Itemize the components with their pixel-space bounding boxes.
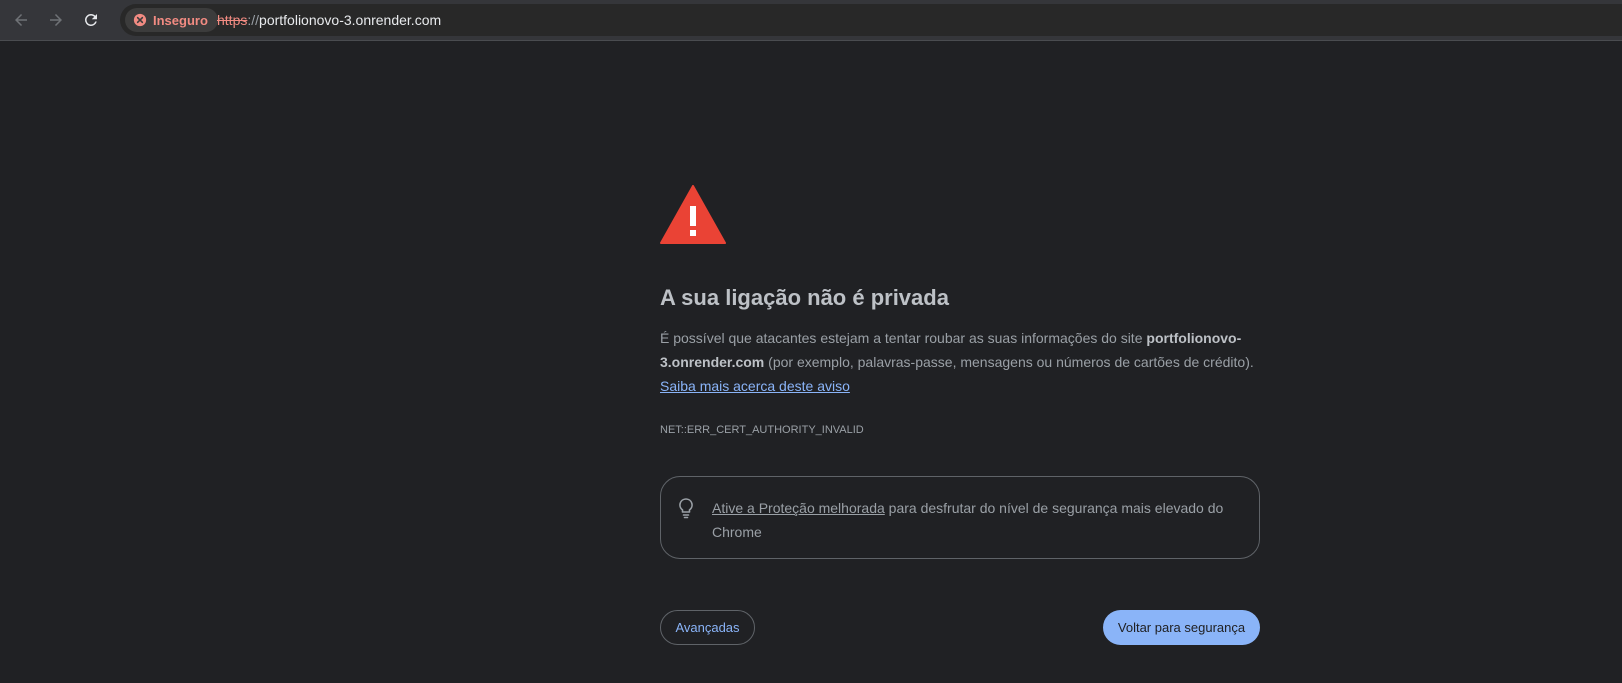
reload-icon <box>84 13 97 26</box>
browser-toolbar: Inseguro https://portfolionovo-3.onrende… <box>0 0 1622 41</box>
insecure-icon <box>133 13 147 27</box>
forward-button[interactable] <box>40 4 72 36</box>
enhanced-protection-link[interactable]: Ative a Proteção melhorada <box>712 500 885 516</box>
back-button[interactable] <box>5 4 37 36</box>
description-text-2: (por exemplo, palavras-passe, mensagens … <box>768 354 1254 370</box>
address-bar[interactable]: Inseguro https://portfolionovo-3.onrende… <box>120 4 1622 36</box>
arrow-right-icon <box>50 14 62 26</box>
security-chip[interactable]: Inseguro <box>125 8 218 32</box>
security-chip-label: Inseguro <box>153 12 208 28</box>
enhanced-protection-promo: Ative a Proteção melhorada para desfruta… <box>660 476 1260 559</box>
url-separator: :// <box>247 12 260 28</box>
description: É possível que atacantes estejam a tenta… <box>660 326 1260 398</box>
arrow-left-icon <box>15 14 27 26</box>
url-host: portfolionovo-3.onrender.com <box>259 12 442 28</box>
learn-more-link[interactable]: Saiba mais acerca deste aviso <box>660 378 850 394</box>
url-scheme: https <box>217 12 248 28</box>
page-title: A sua ligação não é privada <box>660 285 949 310</box>
reload-button[interactable] <box>75 4 107 36</box>
enhanced-protection-text: Ative a Proteção melhorada para desfruta… <box>712 496 1247 544</box>
error-code: NET::ERR_CERT_AUTHORITY_INVALID <box>660 424 864 436</box>
warning-triangle-icon <box>660 185 726 244</box>
back-to-safety-button[interactable]: Voltar para segurança <box>1103 610 1260 645</box>
advanced-button[interactable]: Avançadas <box>660 610 755 645</box>
lightbulb-icon <box>679 498 693 519</box>
url-text[interactable]: https://portfolionovo-3.onrender.com <box>217 12 441 28</box>
description-text-1: É possível que atacantes estejam a tenta… <box>660 330 1143 346</box>
